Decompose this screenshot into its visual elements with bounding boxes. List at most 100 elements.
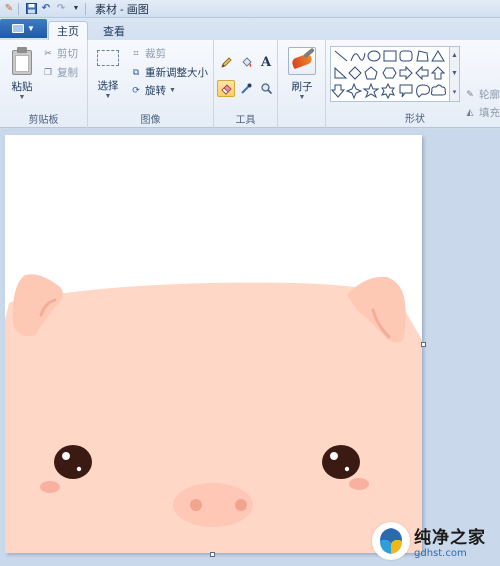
rotate-label: 旋转 [145,85,166,97]
rotate-icon: ⟳ [132,85,140,95]
diamond-shape-icon [348,66,362,80]
line-shape-icon [334,50,348,62]
tab-home[interactable]: 主页 [48,21,88,40]
brush-group: 刷子 ▼ [278,40,326,128]
chevron-down-icon: ▼ [298,94,306,101]
outline-icon: ✎ [466,89,474,99]
watermark-text: 纯净之家 gdhst.com [414,523,486,559]
oval-shape-icon [367,50,381,62]
pencil-icon[interactable] [217,54,235,71]
paste-label: 粘贴 [11,81,33,93]
ribbon: 粘贴 ▼ ✂ 剪切 ❐ 复制 剪贴板 选择 ▼ ⌗ 裁剪 ⧉ 重新调整大小 ⟳ … [0,40,500,128]
brush-label: 刷子 [291,81,313,93]
rounded-rectangle-shape-icon [399,50,413,62]
pig-left-eye [54,445,92,479]
crop-label: 裁剪 [145,48,166,60]
canvas-resize-handle-bottom[interactable] [210,552,215,557]
callout-rect-shape-icon [399,84,413,98]
select-button[interactable]: 选择 ▼ [92,42,124,100]
right-triangle-shape-icon [334,66,348,79]
copy-button[interactable]: ❐ 复制 [42,65,78,80]
gallery-expand-icon[interactable]: ▾ [453,88,457,96]
resize-button[interactable]: ⧉ 重新调整大小 [130,65,208,80]
chevron-down-icon: ▼ [104,93,112,100]
file-menu-icon [12,24,25,33]
cut-label: 剪切 [57,48,78,60]
image-group-label: 图像 [140,115,161,126]
resize-label: 重新调整大小 [145,67,208,79]
arrow-up-shape-icon [430,66,446,80]
rectangle-shape-icon [383,50,397,62]
shapes-gallery[interactable] [330,46,450,102]
divider [18,2,19,15]
clipboard-group-label: 剪贴板 [28,115,59,126]
scissors-icon: ✂ [44,48,52,58]
arrow-left-shape-icon [415,65,429,81]
watermark-url: gdhst.com [414,548,467,559]
canvas-resize-handle-right[interactable] [421,342,426,347]
paste-icon [11,47,33,75]
copy-label: 复制 [57,67,78,79]
window-title: 素材 - 画图 [95,3,149,16]
title-bar: ✎ ↶ ↷ ▼ 素材 - 画图 [0,0,500,18]
redo-icon[interactable]: ↷ [55,3,67,15]
color-picker-icon[interactable] [237,80,255,97]
shapes-group-label: 形状 [405,114,425,125]
pig-right-nostril [235,499,247,511]
pig-right-eye [322,445,360,479]
star6-shape-icon [381,82,395,100]
undo-icon[interactable]: ↶ [40,3,52,15]
image-group: 选择 ▼ ⌗ 裁剪 ⧉ 重新调整大小 ⟳ 旋转 ▼ 图像 [88,40,214,128]
save-icon[interactable] [25,3,37,15]
brush-icon [288,47,316,75]
copy-icon: ❐ [43,67,53,77]
resize-icon: ⧉ [132,67,140,77]
star5-shape-icon [362,82,380,99]
select-icon [97,50,119,66]
arrow-down-shape-icon [331,84,346,98]
pig-left-cheek [40,481,60,493]
callout-oval-shape-icon [416,84,430,98]
pig-picture [5,274,422,553]
shapes-gallery-scroll[interactable]: ▲ ▼ ▾ [450,46,460,102]
select-label: 选择 [97,80,119,92]
rotate-button[interactable]: ⟳ 旋转 ▼ [130,83,176,98]
star4-shape-icon [345,82,363,100]
customize-dropdown-icon[interactable]: ▼ [70,3,82,15]
arrow-right-shape-icon [399,65,413,81]
clipboard-group: 粘贴 ▼ ✂ 剪切 ❐ 复制 剪贴板 [0,40,88,128]
ribbon-tabs: ▼ 主页 查看 [0,18,500,40]
text-icon[interactable]: A [257,54,275,71]
outline-label: 轮廓 [479,89,500,101]
tab-view[interactable]: 查看 [94,21,134,40]
divider [85,2,86,15]
brush-button[interactable]: 刷子 ▼ [287,42,317,101]
chevron-down-icon: ▼ [18,94,26,101]
file-menu-button[interactable]: ▼ [0,19,47,38]
pig-right-cheek [349,478,369,490]
crop-button[interactable]: ⌗ 裁剪 [130,46,166,61]
crop-icon: ⌗ [133,48,139,58]
chevron-down-icon: ▼ [27,24,35,33]
watermark-logo [372,522,410,560]
pig-left-nostril [190,499,202,511]
chevron-down-icon: ▼ [169,87,176,94]
fill-icon[interactable] [237,54,255,71]
outline-button[interactable]: ✎ 轮廓 [464,87,500,102]
watermark: 纯净之家 gdhst.com [372,516,500,566]
paint-app-icon[interactable]: ✎ [3,3,15,15]
cloud-shape-icon [430,84,447,96]
eraser-icon[interactable] [217,80,235,97]
paste-button[interactable]: 粘贴 ▼ [6,42,38,101]
polygon-shape-icon [416,50,429,62]
tools-group-label: 工具 [235,115,256,126]
hexagon-shape-icon [382,67,397,79]
watermark-title: 纯净之家 [414,528,486,548]
magnifier-icon[interactable] [257,80,275,97]
pentagon-shape-icon [364,66,378,80]
chevron-up-icon[interactable]: ▲ [451,52,458,59]
chevron-down-icon[interactable]: ▼ [451,70,458,77]
triangle-shape-icon [431,50,445,62]
cut-button[interactable]: ✂ 剪切 [42,46,78,61]
drawing-canvas[interactable] [5,135,422,553]
